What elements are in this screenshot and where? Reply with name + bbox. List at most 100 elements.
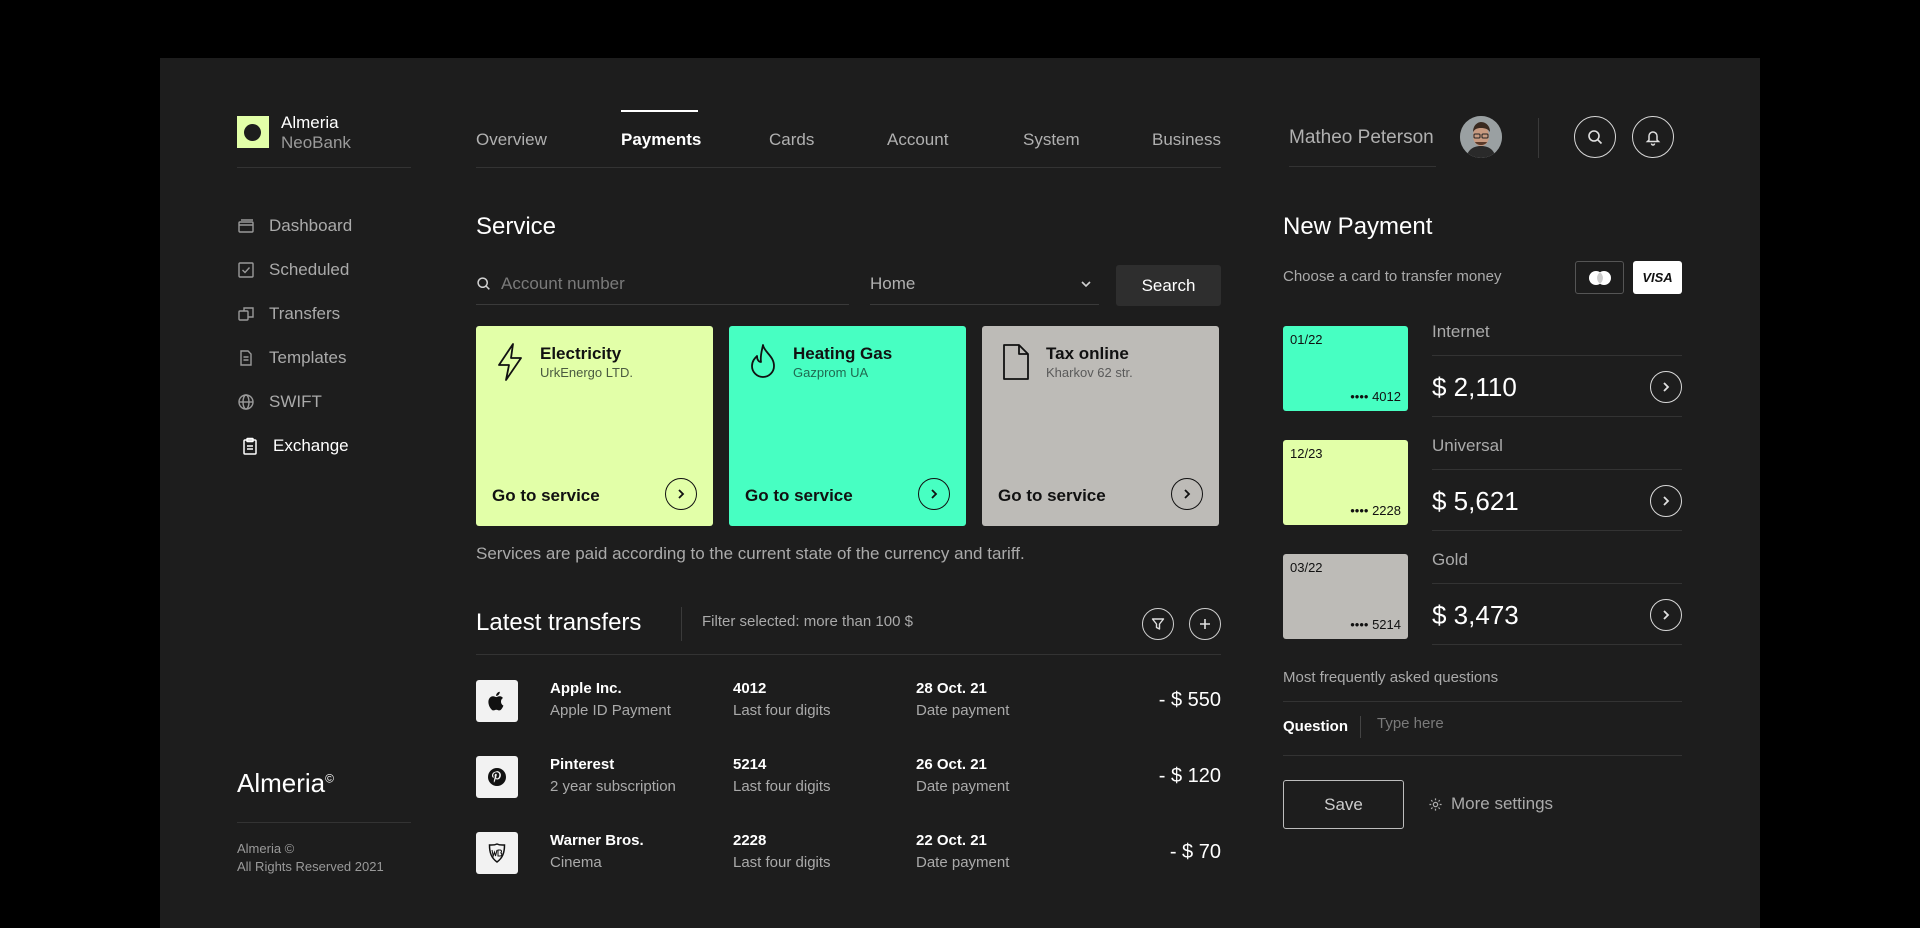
- tab-business[interactable]: Business: [1152, 130, 1221, 150]
- sidebar-item-scheduled[interactable]: Scheduled: [237, 257, 349, 283]
- tab-cards[interactable]: Cards: [769, 130, 814, 150]
- new-payment-title: New Payment: [1283, 213, 1433, 240]
- question-label: Question: [1283, 718, 1349, 735]
- sidebar-item-transfers[interactable]: Transfers: [237, 301, 340, 327]
- card-number: •••• 2228: [1350, 503, 1401, 518]
- go-to-service-link[interactable]: Go to service: [998, 486, 1106, 506]
- transfer-digits: 2228: [733, 832, 767, 849]
- brand-subtitle: NeoBank: [281, 133, 351, 152]
- transfer-date-label: Date payment: [916, 854, 1010, 871]
- tab-account[interactable]: Account: [887, 130, 948, 150]
- visa-icon: VISA: [1642, 270, 1673, 285]
- go-to-service-button[interactable]: [1171, 478, 1203, 510]
- transfer-description: Cinema: [550, 854, 602, 871]
- filter-button[interactable]: [1142, 608, 1174, 640]
- account-number-input[interactable]: [501, 273, 821, 294]
- avatar[interactable]: [1460, 116, 1502, 158]
- transfers-separator: [681, 607, 682, 641]
- payment-divider: [1432, 355, 1682, 356]
- warner-bros-icon: [476, 832, 518, 874]
- search-icon: [477, 277, 490, 290]
- service-note: Services are paid according to the curre…: [476, 544, 1025, 563]
- service-card-title: Heating Gas: [793, 344, 893, 363]
- question-input[interactable]: [1377, 715, 1677, 732]
- filter-status: Filter selected: more than 100 $: [702, 613, 913, 630]
- question-separator: [1360, 716, 1361, 738]
- pinterest-icon: [476, 756, 518, 798]
- sidebar-item-templates[interactable]: Templates: [237, 345, 346, 371]
- search-submit-button[interactable]: Search: [1116, 265, 1221, 306]
- transfers-divider: [476, 654, 1221, 655]
- service-title: Service: [476, 213, 557, 240]
- payment-divider: [1432, 416, 1682, 417]
- sidebar-item-swift[interactable]: SWIFT: [237, 389, 322, 415]
- tab-overview[interactable]: Overview: [476, 130, 547, 150]
- transfer-row[interactable]: Pinterest 2 year subscription 5214 Last …: [476, 756, 1221, 816]
- transfer-row[interactable]: Warner Bros. Cinema 2228 Last four digit…: [476, 832, 1221, 892]
- payment-go-button[interactable]: [1650, 371, 1682, 403]
- logo-icon: [237, 116, 269, 148]
- more-settings-link[interactable]: More settings: [1428, 794, 1553, 814]
- service-card-electricity[interactable]: Electricity UrkEnergo LTD. Go to service: [476, 326, 713, 526]
- card-number: •••• 4012: [1350, 389, 1401, 404]
- payment-go-button[interactable]: [1650, 599, 1682, 631]
- sidebar-item-label: Dashboard: [269, 216, 353, 235]
- header-separator: [1538, 118, 1539, 158]
- go-to-service-link[interactable]: Go to service: [745, 486, 853, 506]
- payment-card[interactable]: 12/23 •••• 2228: [1283, 440, 1408, 525]
- card-expiry: 01/22: [1290, 332, 1323, 347]
- chevron-down-icon: [1081, 280, 1091, 287]
- go-to-service-button[interactable]: [918, 478, 950, 510]
- service-card-heating-gas[interactable]: Heating Gas Gazprom UA Go to service: [729, 326, 966, 526]
- mastercard-option[interactable]: [1575, 261, 1624, 294]
- chevron-right-icon: [1184, 489, 1191, 499]
- visa-option[interactable]: VISA: [1633, 261, 1682, 294]
- search-button[interactable]: [1574, 116, 1616, 158]
- dashboard-icon: [238, 219, 254, 233]
- footer-brand-name: Almeria: [237, 768, 326, 798]
- payment-card[interactable]: 01/22 •••• 4012: [1283, 326, 1408, 411]
- transfer-date: 26 Oct. 21: [916, 756, 987, 773]
- transfer-description: 2 year subscription: [550, 778, 676, 795]
- tab-payments[interactable]: Payments: [621, 130, 701, 150]
- payment-divider: [1432, 469, 1682, 470]
- lightning-icon: [498, 343, 522, 381]
- chevron-right-icon: [1663, 382, 1670, 392]
- bell-icon: [1645, 131, 1661, 146]
- sidebar-item-label: SWIFT: [269, 392, 322, 411]
- sidebar-item-exchange[interactable]: Exchange: [241, 433, 349, 459]
- payment-amount: $ 3,473: [1432, 600, 1519, 630]
- sidebar-item-label: Transfers: [269, 304, 341, 323]
- service-card-tax-online[interactable]: Tax online Kharkov 62 str. Go to service: [982, 326, 1219, 526]
- go-to-service-button[interactable]: [665, 478, 697, 510]
- transfer-date: 28 Oct. 21: [916, 680, 987, 697]
- apple-icon: [476, 680, 518, 722]
- category-select[interactable]: Home: [870, 263, 1099, 305]
- brand-divider: [237, 167, 411, 168]
- transfer-digits: 4012: [733, 680, 767, 697]
- nav-divider: [476, 167, 1221, 168]
- sidebar-item-dashboard[interactable]: Dashboard: [237, 213, 352, 239]
- payment-go-button[interactable]: [1650, 485, 1682, 517]
- service-card-subtitle: Gazprom UA: [793, 365, 869, 380]
- transfer-digits-label: Last four digits: [733, 702, 831, 719]
- search-icon: [1588, 130, 1603, 145]
- avatar-image: [1460, 116, 1502, 158]
- payment-card[interactable]: 03/22 •••• 5214: [1283, 554, 1408, 639]
- user-name[interactable]: Matheo Peterson: [1289, 127, 1434, 149]
- service-card-title: Tax online: [1046, 344, 1129, 363]
- clipboard-icon: [243, 437, 257, 455]
- transfer-date-label: Date payment: [916, 702, 1010, 719]
- service-card-subtitle: UrkEnergo LTD.: [540, 365, 633, 380]
- user-underline: [1289, 166, 1436, 167]
- mastercard-icon: [1588, 270, 1611, 285]
- chevron-right-icon: [931, 489, 938, 499]
- transfer-amount: - $ 120: [1158, 765, 1221, 787]
- go-to-service-link[interactable]: Go to service: [492, 486, 600, 506]
- save-button[interactable]: Save: [1283, 780, 1404, 829]
- transfer-name: Pinterest: [550, 756, 615, 773]
- transfer-row[interactable]: Apple Inc. Apple ID Payment 4012 Last fo…: [476, 680, 1221, 740]
- tab-system[interactable]: System: [1023, 130, 1080, 150]
- add-transfer-button[interactable]: [1189, 608, 1221, 640]
- notifications-button[interactable]: [1632, 116, 1674, 158]
